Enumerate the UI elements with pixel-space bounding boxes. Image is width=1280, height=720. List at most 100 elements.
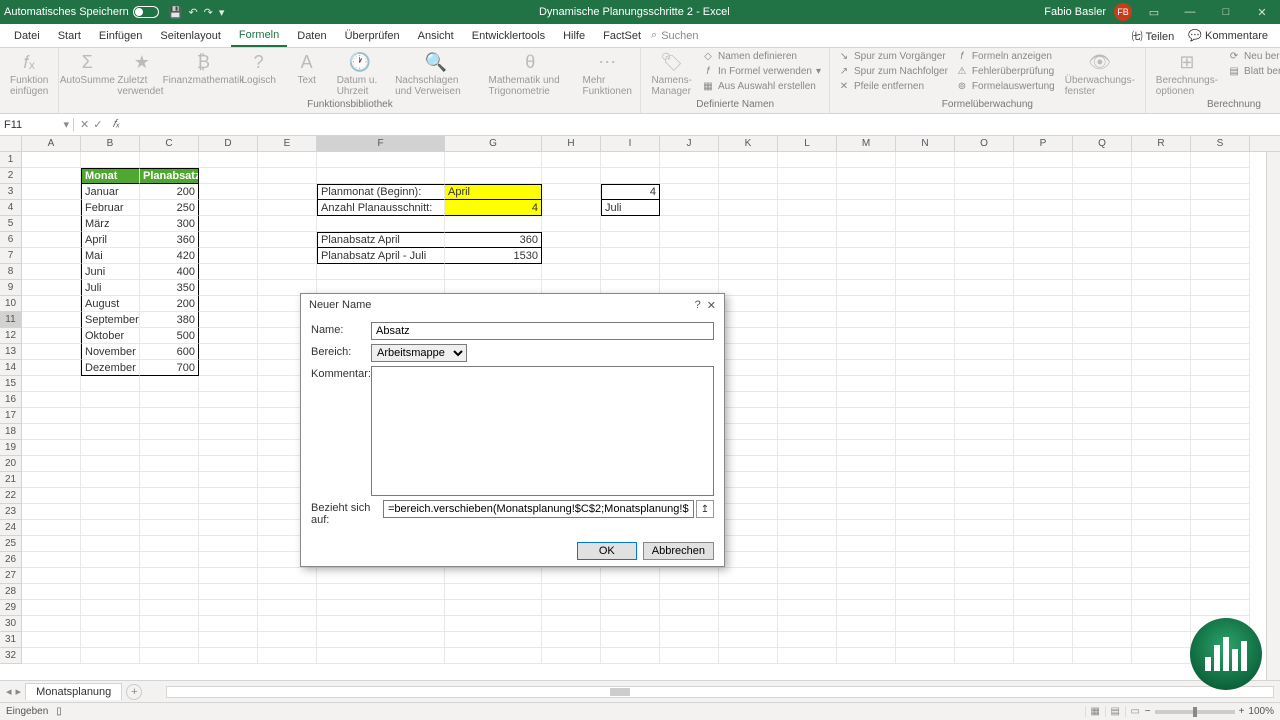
- cell[interactable]: [601, 600, 660, 616]
- cell[interactable]: [896, 488, 955, 504]
- cell[interactable]: [140, 552, 199, 568]
- cell[interactable]: Oktober: [81, 328, 140, 344]
- cell[interactable]: [837, 552, 896, 568]
- cell[interactable]: [778, 520, 837, 536]
- cell[interactable]: [22, 360, 81, 376]
- cell[interactable]: [542, 568, 601, 584]
- cell[interactable]: [1132, 520, 1191, 536]
- cell[interactable]: [1014, 440, 1073, 456]
- cell[interactable]: [140, 600, 199, 616]
- cell[interactable]: [140, 584, 199, 600]
- cell[interactable]: [199, 200, 258, 216]
- cell[interactable]: [542, 584, 601, 600]
- cell[interactable]: [778, 184, 837, 200]
- watch-window-button[interactable]: 👁Überwachungs-fenster: [1061, 50, 1139, 99]
- cell[interactable]: [1014, 552, 1073, 568]
- cell[interactable]: [1073, 584, 1132, 600]
- row-header[interactable]: 29: [0, 600, 22, 616]
- cell[interactable]: [660, 616, 719, 632]
- cell[interactable]: [1073, 376, 1132, 392]
- cell[interactable]: [601, 232, 660, 248]
- cell[interactable]: [1014, 216, 1073, 232]
- cell[interactable]: [1014, 568, 1073, 584]
- row-header[interactable]: 15: [0, 376, 22, 392]
- cell[interactable]: [22, 648, 81, 664]
- cell[interactable]: [542, 232, 601, 248]
- cell[interactable]: [22, 552, 81, 568]
- cell[interactable]: [778, 328, 837, 344]
- cell[interactable]: [22, 216, 81, 232]
- cell[interactable]: [955, 392, 1014, 408]
- cell[interactable]: [778, 552, 837, 568]
- row-header[interactable]: 26: [0, 552, 22, 568]
- cell[interactable]: [896, 600, 955, 616]
- cell[interactable]: [140, 472, 199, 488]
- cell[interactable]: [140, 376, 199, 392]
- cell[interactable]: [1191, 584, 1250, 600]
- trace-precedents-button[interactable]: ↘Spur zum Vorgänger: [836, 50, 950, 63]
- cell[interactable]: [22, 232, 81, 248]
- cell[interactable]: [81, 424, 140, 440]
- cell[interactable]: [955, 168, 1014, 184]
- row-header[interactable]: 30: [0, 616, 22, 632]
- cell[interactable]: [896, 312, 955, 328]
- cell[interactable]: [778, 568, 837, 584]
- cell[interactable]: [22, 504, 81, 520]
- cell[interactable]: [1014, 488, 1073, 504]
- cell[interactable]: [542, 600, 601, 616]
- cell[interactable]: [1132, 296, 1191, 312]
- cell[interactable]: [955, 264, 1014, 280]
- cell[interactable]: [837, 424, 896, 440]
- cell[interactable]: [1014, 344, 1073, 360]
- financial-button[interactable]: ₿Finanzmathematik: [174, 50, 233, 88]
- cell[interactable]: [140, 568, 199, 584]
- cell[interactable]: [778, 632, 837, 648]
- cell[interactable]: [837, 536, 896, 552]
- cell[interactable]: [778, 280, 837, 296]
- cell[interactable]: [837, 216, 896, 232]
- cell[interactable]: [258, 616, 317, 632]
- autosum-button[interactable]: ΣAutoSumme: [65, 50, 109, 88]
- cell[interactable]: [542, 184, 601, 200]
- cell[interactable]: [1132, 616, 1191, 632]
- cell[interactable]: [317, 584, 445, 600]
- cell[interactable]: [719, 392, 778, 408]
- cell[interactable]: [837, 328, 896, 344]
- cell[interactable]: [601, 584, 660, 600]
- cell[interactable]: [837, 168, 896, 184]
- datetime-button[interactable]: 🕐Datum u. Uhrzeit: [333, 50, 387, 99]
- error-check-button[interactable]: ⚠Fehlerüberprüfung: [954, 65, 1057, 78]
- cell[interactable]: [778, 232, 837, 248]
- cell[interactable]: [778, 264, 837, 280]
- cell[interactable]: [1073, 200, 1132, 216]
- cell[interactable]: [1132, 424, 1191, 440]
- cell[interactable]: [1073, 232, 1132, 248]
- cell[interactable]: [778, 200, 837, 216]
- cell[interactable]: [1132, 536, 1191, 552]
- cell[interactable]: [1014, 600, 1073, 616]
- cell[interactable]: [955, 472, 1014, 488]
- cell[interactable]: [778, 648, 837, 664]
- cell[interactable]: September: [81, 312, 140, 328]
- cell[interactable]: [1014, 536, 1073, 552]
- cell[interactable]: [896, 408, 955, 424]
- cell[interactable]: [1073, 632, 1132, 648]
- cell[interactable]: [1132, 648, 1191, 664]
- cell[interactable]: [140, 392, 199, 408]
- cell[interactable]: [660, 232, 719, 248]
- use-in-formula-button[interactable]: 𝑓In Formel verwenden ▾: [700, 65, 823, 78]
- cell[interactable]: [445, 216, 542, 232]
- cell[interactable]: [1191, 520, 1250, 536]
- cell[interactable]: [1014, 616, 1073, 632]
- cell[interactable]: [81, 152, 140, 168]
- cell[interactable]: [199, 632, 258, 648]
- cell[interactable]: [660, 152, 719, 168]
- row-header[interactable]: 2: [0, 168, 22, 184]
- col-header[interactable]: N: [896, 136, 955, 151]
- cell[interactable]: [1191, 248, 1250, 264]
- cell[interactable]: [140, 536, 199, 552]
- cell[interactable]: [1073, 296, 1132, 312]
- cell[interactable]: [1132, 168, 1191, 184]
- cell[interactable]: [837, 184, 896, 200]
- cell[interactable]: [955, 152, 1014, 168]
